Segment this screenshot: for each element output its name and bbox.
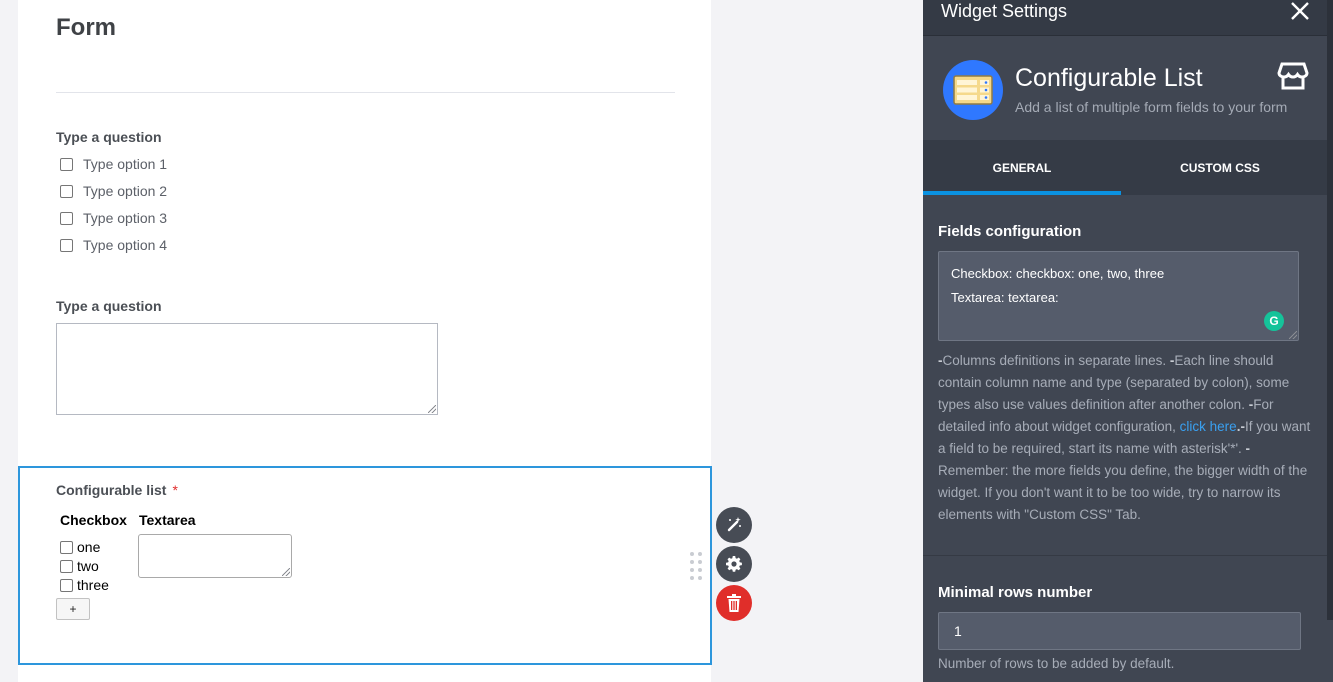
widget-name: Configurable List [1015, 64, 1203, 92]
form-title[interactable]: Form [56, 14, 116, 42]
resize-grip[interactable] [428, 405, 436, 413]
resize-grip[interactable] [1289, 331, 1297, 339]
tab-general[interactable]: GENERAL [923, 140, 1121, 195]
widget-checkbox-option[interactable]: one [60, 538, 100, 556]
question-1-option[interactable]: Type option 3 [60, 208, 167, 228]
question-1-option[interactable]: Type option 4 [60, 235, 167, 255]
store-icon[interactable] [1277, 60, 1309, 92]
column-header-checkbox: Checkbox [60, 512, 127, 528]
question-1-label[interactable]: Type a question [56, 129, 162, 145]
click-here-link[interactable]: click here [1180, 419, 1237, 434]
tab-custom-css[interactable]: CUSTOM CSS [1121, 140, 1319, 195]
widget-header: Configurable List Add a list of multiple… [923, 36, 1333, 140]
gear-icon [726, 556, 742, 572]
checkbox[interactable] [60, 184, 73, 198]
minimal-rows-label: Minimal rows number [938, 584, 1093, 601]
trash-icon [727, 594, 741, 612]
fields-configuration-help: -Columns definitions in separate lines. … [938, 353, 1311, 522]
grammarly-icon[interactable]: G [1264, 311, 1284, 331]
panel-header: Widget Settings [923, 0, 1333, 36]
magic-wand-icon [727, 517, 741, 532]
checkbox[interactable] [60, 157, 73, 171]
question-1-option[interactable]: Type option 2 [60, 181, 167, 201]
panel-scrollbar[interactable] [1327, 0, 1333, 620]
column-header-textarea: Textarea [139, 512, 196, 528]
configurable-list-icon [943, 60, 1003, 120]
minimal-rows-input[interactable]: 1 [938, 612, 1301, 650]
question-2-textarea[interactable] [56, 323, 438, 415]
widget-description: Add a list of multiple form fields to yo… [1015, 99, 1288, 115]
delete-button[interactable] [716, 585, 752, 621]
resize-grip[interactable] [282, 568, 290, 576]
form-canvas: Form Type a question Type option 1 Type … [18, 0, 712, 682]
fields-configuration-textarea[interactable]: Checkbox: checkbox: one, two, three Text… [938, 251, 1299, 341]
checkbox[interactable] [60, 578, 73, 592]
question-1-option[interactable]: Type option 1 [60, 154, 167, 174]
settings-tabs: GENERAL CUSTOM CSS [923, 140, 1333, 195]
minimal-rows-help: Number of rows to be added by default. [938, 656, 1175, 671]
section-divider [923, 555, 1333, 556]
widget-label[interactable]: Configurable list * [56, 482, 178, 498]
add-row-button[interactable]: + [56, 598, 90, 620]
widget-checkbox-option[interactable]: three [60, 576, 109, 594]
checkbox[interactable] [60, 238, 73, 252]
widget-checkbox-option[interactable]: two [60, 557, 99, 575]
panel-title: Widget Settings [941, 1, 1068, 21]
configurable-list-widget[interactable]: Configurable list * Checkbox Textarea one… [18, 466, 712, 665]
fields-configuration-label: Fields configuration [938, 223, 1082, 240]
close-icon[interactable] [1289, 0, 1311, 22]
widget-settings-panel: Widget Settings Configurable List Add a … [923, 0, 1333, 682]
question-2-label[interactable]: Type a question [56, 298, 162, 314]
title-divider [56, 92, 675, 93]
checkbox[interactable] [60, 540, 73, 554]
widget-textarea[interactable] [138, 534, 292, 578]
settings-button[interactable] [716, 546, 752, 582]
required-marker: * [172, 482, 178, 498]
drag-handle-icon[interactable] [690, 552, 702, 580]
magic-wand-button[interactable] [716, 507, 752, 543]
checkbox[interactable] [60, 559, 73, 573]
checkbox[interactable] [60, 211, 73, 225]
